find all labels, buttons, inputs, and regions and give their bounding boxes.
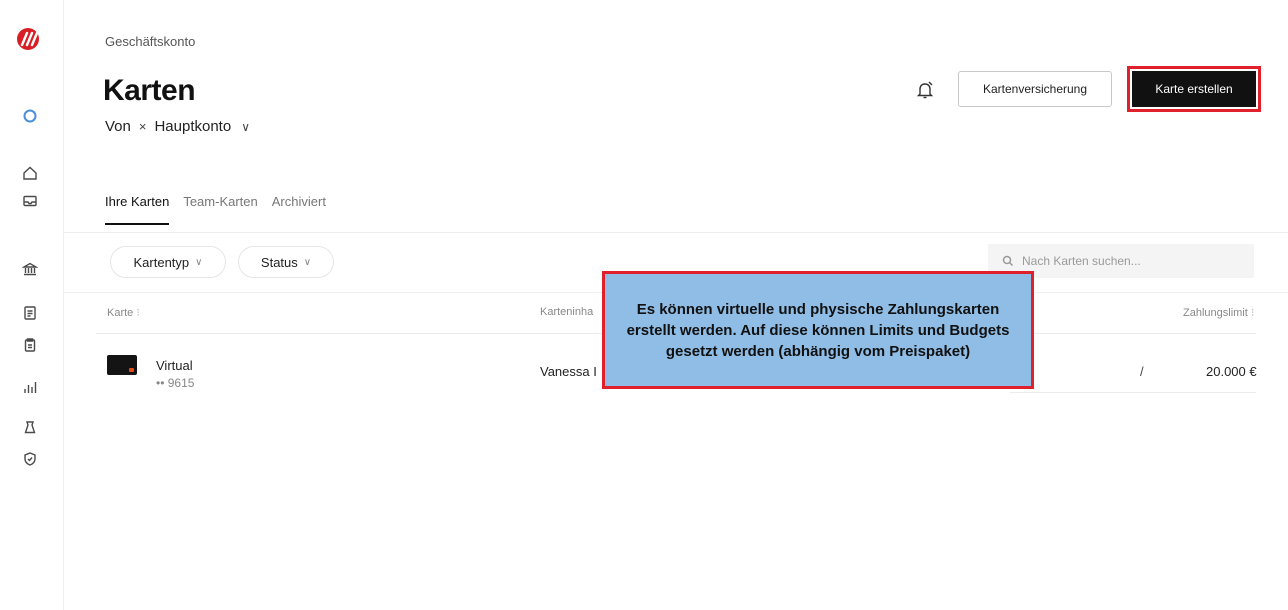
tab-bar: Ihre Karten Team-Karten Archiviert — [105, 194, 340, 225]
search-icon — [1002, 255, 1014, 267]
tab-your-cards[interactable]: Ihre Karten — [105, 194, 170, 225]
chevron-down-icon: ∨ — [241, 119, 250, 134]
brand-logo-icon[interactable] — [16, 26, 44, 52]
card-type-filter-label: Kartentyp — [133, 254, 190, 270]
card-thumbnail[interactable] — [107, 355, 137, 375]
sync-icon[interactable] — [21, 107, 39, 125]
card-name[interactable]: Virtual — [156, 358, 193, 373]
column-header-holder[interactable]: Karteninha — [540, 306, 593, 318]
payment-limit: 20.000 € — [1206, 364, 1257, 379]
chart-icon[interactable] — [21, 378, 39, 396]
column-header-card[interactable]: Karte ⁝ — [107, 306, 140, 319]
status-filter-label: Status — [260, 254, 298, 270]
from-label: Von — [105, 118, 131, 135]
annotation-text: Es können virtuelle und physische Zahlun… — [626, 300, 1010, 360]
breadcrumb[interactable]: Geschäftskonto — [105, 34, 195, 49]
bag-icon[interactable] — [21, 418, 39, 436]
search-input[interactable] — [1022, 254, 1222, 268]
page-title: Karten — [103, 74, 196, 107]
shield-icon[interactable] — [21, 450, 39, 468]
account-icon: × — [138, 119, 147, 134]
account-name: Hauptkonto — [154, 118, 232, 135]
card-holder: Vanessa I — [540, 364, 597, 379]
create-card-button[interactable]: Karte erstellen — [1132, 71, 1256, 107]
create-card-highlight: Karte erstellen — [1127, 66, 1261, 112]
divider — [1010, 392, 1256, 393]
card-type-filter[interactable]: Kartentyp ∨ — [110, 246, 226, 278]
chevron-down-icon: ∨ — [195, 256, 203, 268]
notification-bell-icon[interactable] — [915, 80, 937, 102]
document-icon[interactable] — [21, 336, 39, 354]
limit-separator: / — [1140, 364, 1144, 379]
home-icon[interactable] — [21, 164, 39, 182]
account-selector[interactable]: Von × Hauptkonto ∨ — [105, 118, 250, 135]
status-filter[interactable]: Status ∨ — [238, 246, 334, 278]
receipt-icon[interactable] — [21, 304, 39, 322]
divider — [64, 232, 1288, 233]
card-number: •• 9615 — [156, 376, 195, 390]
column-header-limit[interactable]: Zahlungslimit ⁝ — [1183, 306, 1254, 319]
inbox-icon[interactable] — [21, 192, 39, 210]
tab-team-cards[interactable]: Team-Karten — [183, 194, 257, 225]
tab-archived[interactable]: Archiviert — [272, 194, 326, 225]
sidebar-rail — [0, 0, 64, 610]
annotation-callout: Es können virtuelle und physische Zahlun… — [602, 271, 1034, 389]
chevron-down-icon: ∨ — [303, 256, 312, 268]
bank-icon[interactable] — [21, 260, 39, 278]
card-insurance-button[interactable]: Kartenversicherung — [958, 71, 1112, 107]
